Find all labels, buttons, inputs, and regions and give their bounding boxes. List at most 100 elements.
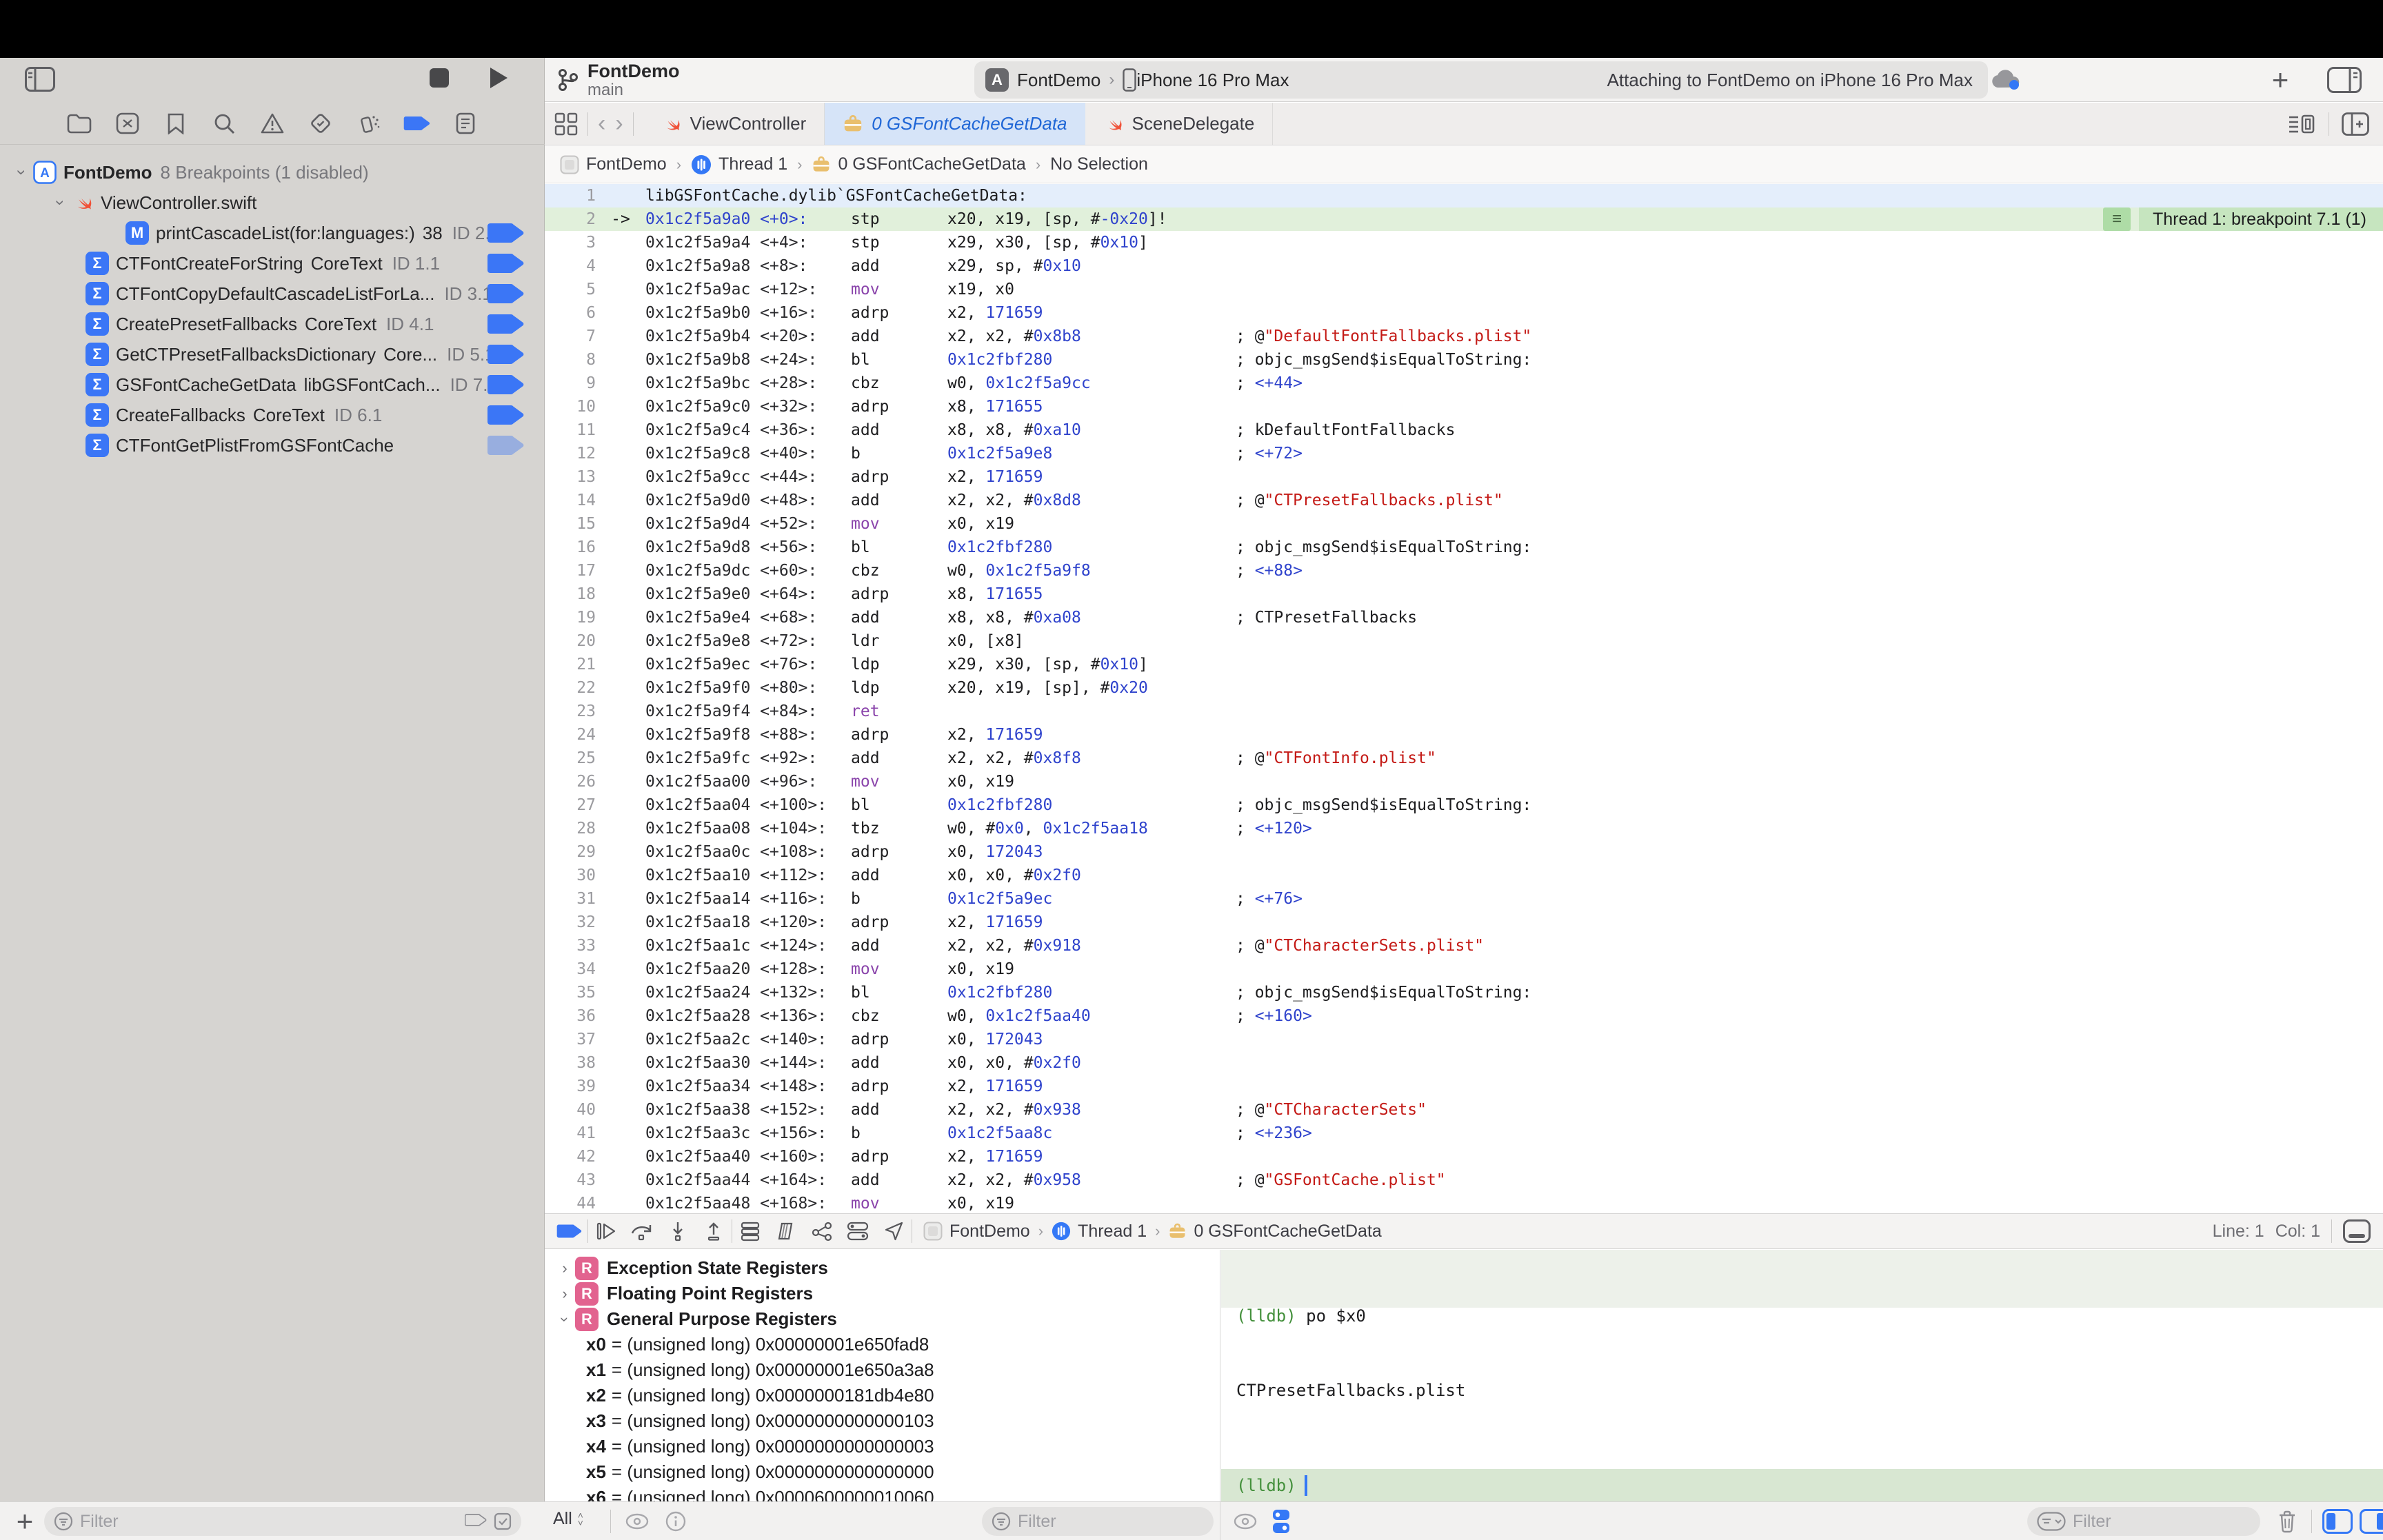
line-number-gutter[interactable]: 21 <box>545 653 596 676</box>
breakpoint-filter-field[interactable]: Filter <box>44 1507 521 1536</box>
breakpoint-enabled-badge[interactable] <box>487 253 525 274</box>
line-number-gutter[interactable]: 42 <box>545 1145 596 1168</box>
line-number-gutter[interactable]: 18 <box>545 582 596 606</box>
disclosure-closed-icon[interactable]: › <box>554 1259 575 1277</box>
info-icon[interactable] <box>661 1509 691 1534</box>
line-number-gutter[interactable]: 35 <box>545 981 596 1004</box>
scheme-selector[interactable]: FontDemo main <box>556 61 679 99</box>
variables-filter-field[interactable]: Filter <box>982 1507 1214 1536</box>
line-number-gutter[interactable]: 4 <box>545 254 596 278</box>
line-number-gutter[interactable]: 36 <box>545 1004 596 1028</box>
line-number-gutter[interactable]: 41 <box>545 1122 596 1145</box>
crumb-project[interactable]: FontDemo <box>949 1222 1030 1242</box>
register-group-row[interactable]: ›RGeneral Purpose Registers <box>545 1306 1220 1332</box>
register-value-row[interactable]: x5= (unsigned long) 0x0000000000000000 <box>545 1459 1220 1485</box>
add-editor-plus-button[interactable]: + <box>2263 63 2297 97</box>
debug-memory-graph-icon[interactable] <box>804 1217 840 1245</box>
show-console-view-toggle[interactable] <box>2360 1509 2383 1534</box>
line-number-gutter[interactable]: 32 <box>545 911 596 934</box>
line-number-gutter[interactable]: 40 <box>545 1098 596 1122</box>
step-over-icon[interactable] <box>624 1217 660 1245</box>
disclosure-open-icon[interactable]: › <box>12 163 31 181</box>
breakpoint-row[interactable]: ΣCTFontCopyDefaultCascadeListForLa...ID … <box>0 278 545 309</box>
console-filter-field[interactable]: Filter <box>2027 1507 2260 1536</box>
step-into-icon[interactable] <box>660 1217 696 1245</box>
register-group-row[interactable]: ›RFloating Point Registers <box>545 1281 1220 1306</box>
line-number-gutter[interactable]: 19 <box>545 606 596 629</box>
variables-scope-selector[interactable]: All ˄˅ <box>553 1509 583 1529</box>
line-number-gutter[interactable]: 3 <box>545 231 596 254</box>
register-value-row[interactable]: x2= (unsigned long) 0x0000000181db4e80 <box>545 1383 1220 1408</box>
line-number-gutter[interactable]: 14 <box>545 489 596 512</box>
breakpoint-row[interactable]: ΣCreatePresetFallbacksCoreTextID 4.1 <box>0 309 545 339</box>
destination-device[interactable]: iPhone 16 Pro Max <box>1136 70 1289 91</box>
debug-view-hierarchy-icon[interactable] <box>732 1217 768 1245</box>
find-navigator-icon[interactable] <box>209 108 239 139</box>
line-number-gutter[interactable]: 16 <box>545 536 596 559</box>
line-number-gutter[interactable]: 1 <box>545 184 596 207</box>
breakpoint-enabled-badge[interactable] <box>487 435 525 456</box>
line-number-gutter[interactable]: 17 <box>545 559 596 582</box>
jumpbar-item-selection[interactable]: No Selection <box>1050 154 1148 174</box>
breakpoint-row[interactable]: ΣCreateFallbacksCoreTextID 6.1 <box>0 400 545 430</box>
toggle-inspector-icon[interactable] <box>2324 63 2365 97</box>
line-number-gutter[interactable]: 30 <box>545 864 596 887</box>
annotation-menu-icon[interactable]: ≡ <box>2103 207 2131 231</box>
line-number-gutter[interactable]: 27 <box>545 793 596 817</box>
register-value-row[interactable]: x6= (unsigned long) 0x0000600000010060 <box>545 1485 1220 1501</box>
go-back-icon[interactable]: ‹ <box>598 110 605 137</box>
breakpoint-row[interactable]: MprintCascadeList(for:languages:)38ID 2.… <box>0 218 545 248</box>
breakpoint-enabled-badge[interactable] <box>487 344 525 365</box>
line-number-gutter[interactable]: 7 <box>545 325 596 348</box>
tests-navigator-icon[interactable] <box>305 108 336 139</box>
jumpbar-item-frame[interactable]: 0 GSFontCacheGetData <box>812 154 1025 174</box>
project-navigator-icon[interactable] <box>64 108 94 139</box>
split-editor-icon[interactable] <box>2342 112 2369 136</box>
line-number-gutter[interactable]: 9 <box>545 372 596 395</box>
register-value-row[interactable]: x0= (unsigned long) 0x00000001e650fad8 <box>545 1332 1220 1357</box>
line-number-gutter[interactable]: 11 <box>545 418 596 442</box>
jumpbar-item-thread[interactable]: Thread 1 <box>691 154 787 175</box>
breakpoint-group-file[interactable]: ›ViewController.swift <box>0 188 545 218</box>
breakpoint-outline-icon[interactable] <box>465 1512 487 1530</box>
line-number-gutter[interactable]: 44 <box>545 1192 596 1213</box>
bookmarks-navigator-icon[interactable] <box>161 108 191 139</box>
source-control-navigator-icon[interactable] <box>112 108 143 139</box>
debug-navigator-icon[interactable] <box>354 108 384 139</box>
line-number-gutter[interactable]: 2 <box>545 207 596 231</box>
breakpoint-hit-annotation[interactable]: ≡Thread 1: breakpoint 7.1 (1) <box>2103 207 2383 231</box>
line-number-gutter[interactable]: 5 <box>545 278 596 301</box>
line-number-gutter[interactable]: 13 <box>545 465 596 489</box>
line-number-gutter[interactable]: 23 <box>545 700 596 723</box>
line-number-gutter[interactable]: 15 <box>545 512 596 536</box>
environment-overrides-icon[interactable] <box>840 1217 876 1245</box>
register-group-row[interactable]: ›RException State Registers <box>545 1255 1220 1281</box>
tab-viewcontroller[interactable]: ViewController <box>643 103 825 145</box>
line-number-gutter[interactable]: 37 <box>545 1028 596 1051</box>
simulate-location-icon[interactable] <box>876 1217 912 1245</box>
editor-options-icon[interactable] <box>2289 114 2316 134</box>
disclosure-open-icon[interactable]: › <box>556 1309 574 1330</box>
line-number-gutter[interactable]: 22 <box>545 676 596 700</box>
debug-memory-pages-icon[interactable] <box>768 1217 804 1245</box>
report-navigator-icon[interactable] <box>450 108 481 139</box>
line-number-gutter[interactable]: 8 <box>545 348 596 372</box>
line-number-gutter[interactable]: 43 <box>545 1168 596 1192</box>
hide-debug-area-icon[interactable] <box>2343 1219 2371 1243</box>
breakpoint-row[interactable]: ΣGSFontCacheGetDatalibGSFontCach...ID 7.… <box>0 369 545 400</box>
add-breakpoint-button[interactable]: + <box>10 1506 40 1537</box>
quicklook-eye-icon[interactable] <box>622 1509 652 1534</box>
register-value-row[interactable]: x4= (unsigned long) 0x0000000000000003 <box>545 1434 1220 1459</box>
console-input[interactable]: (lldb) <box>1221 1469 2383 1501</box>
show-variables-view-toggle[interactable] <box>2322 1509 2353 1534</box>
breakpoint-row[interactable]: ΣCTFontGetPlistFromGSFontCache <box>0 430 545 460</box>
stop-button[interactable] <box>423 62 455 94</box>
run-destination-bar[interactable]: A FontDemo › iPhone 16 Pro Max Attaching… <box>974 61 1988 99</box>
breakpoint-enabled-badge[interactable] <box>487 374 525 395</box>
line-number-gutter[interactable]: 29 <box>545 840 596 864</box>
breakpoints-enabled-toggle[interactable] <box>552 1217 587 1245</box>
toggle-navigator-icon[interactable] <box>21 63 59 95</box>
tab-scenedelegate[interactable]: SceneDelegate <box>1085 103 1274 145</box>
disassembly-editor[interactable]: 1libGSFontCache.dylib`GSFontCacheGetData… <box>545 184 2383 1213</box>
console-eye-icon[interactable] <box>1230 1509 1260 1534</box>
